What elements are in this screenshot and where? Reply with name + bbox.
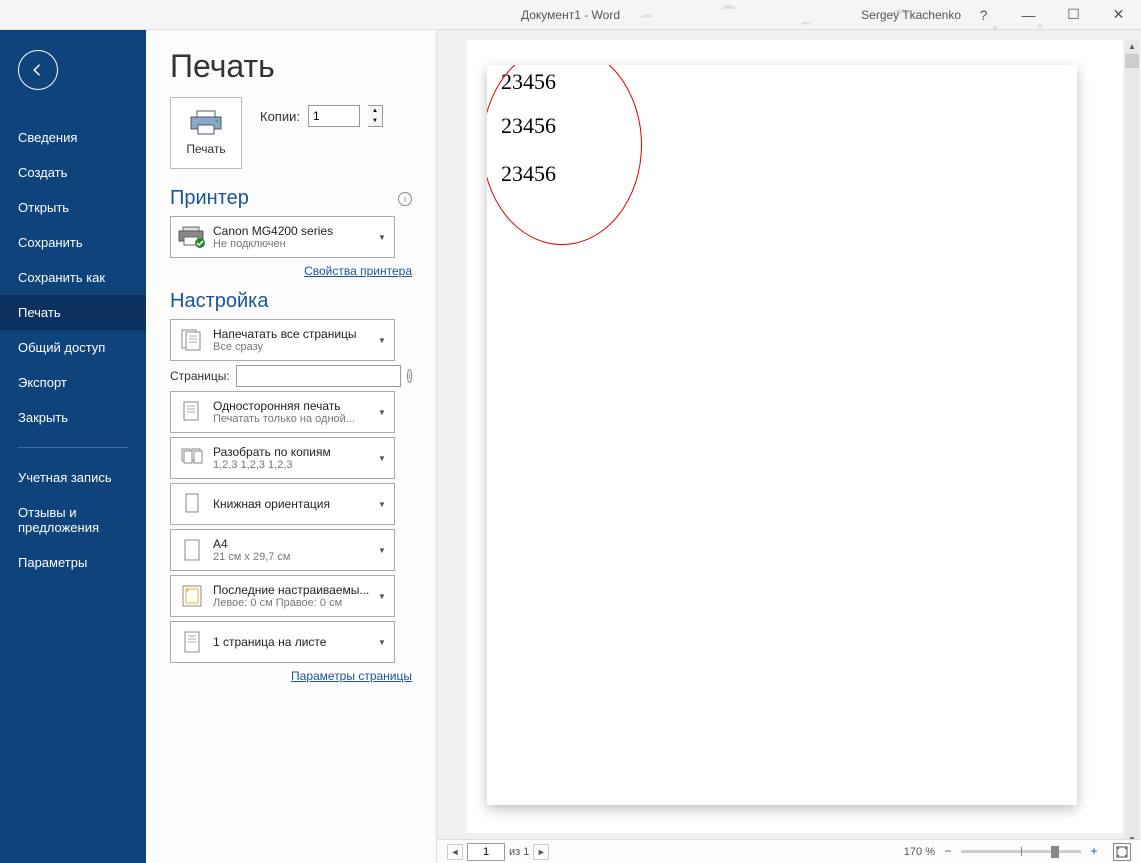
nav-print[interactable]: Печать — [0, 295, 146, 330]
chevron-down-icon: ▼ — [378, 336, 390, 345]
user-name: Sergey Tkachenko — [861, 8, 961, 22]
page-title: Печать — [170, 48, 412, 85]
arrow-left-icon — [29, 61, 47, 79]
next-page-button[interactable]: ► — [533, 844, 549, 860]
chevron-down-icon: ▼ — [378, 500, 390, 509]
preview-viewport: 23456 23456 23456 — [467, 40, 1123, 833]
zoom-out-button[interactable]: − — [941, 845, 955, 859]
nav-feedback[interactable]: Отзывы и предложения — [0, 495, 146, 545]
help-button[interactable]: ? — [961, 0, 1006, 30]
chevron-down-icon: ▼ — [378, 408, 390, 417]
printer-dropdown[interactable]: Canon MG4200 series Не подключен ▼ — [170, 216, 395, 258]
nav-export[interactable]: Экспорт — [0, 365, 146, 400]
print-settings-panel: Печать Печать Копии: ▲ ▼ — [146, 30, 437, 863]
maximize-button[interactable]: ☐ — [1051, 0, 1096, 30]
back-button[interactable] — [18, 50, 58, 90]
zoom-slider[interactable] — [961, 850, 1081, 853]
copies-input[interactable] — [308, 105, 360, 127]
page-number-input[interactable] — [467, 843, 505, 861]
chevron-down-icon: ▼ — [378, 592, 390, 601]
slider-handle[interactable] — [1051, 846, 1059, 858]
fit-icon — [1116, 846, 1128, 858]
copies-spinner[interactable]: ▲ ▼ — [368, 105, 383, 127]
collate-icon — [177, 443, 207, 473]
fit-to-window-button[interactable] — [1113, 843, 1131, 861]
minimize-button[interactable]: — — [1006, 0, 1051, 30]
printer-status: Не подключен — [213, 238, 378, 250]
pages-input[interactable] — [236, 365, 401, 387]
vertical-scrollbar[interactable]: ▲ ▼ — [1125, 40, 1139, 847]
print-button[interactable]: Печать — [170, 97, 242, 169]
nav-saveas[interactable]: Сохранить как — [0, 260, 146, 295]
margins-icon — [177, 581, 207, 611]
sides-dropdown[interactable]: Односторонняя печать Печатать только на … — [170, 391, 395, 433]
chevron-down-icon: ▼ — [378, 233, 390, 242]
printer-name: Canon MG4200 series — [213, 224, 378, 238]
nav-close[interactable]: Закрыть — [0, 400, 146, 435]
margins-dropdown[interactable]: Последние настраиваемы... Левое: 0 см Пр… — [170, 575, 395, 617]
copies-label: Копии: — [260, 109, 300, 124]
preview-statusbar: ◄ из 1 ► 170 % − + — [437, 839, 1141, 863]
chevron-down-icon: ▼ — [378, 546, 390, 555]
settings-section-title: Настройка — [170, 290, 268, 313]
window-controls: ? — ☐ ✕ — [961, 0, 1141, 30]
print-range-dropdown[interactable]: Напечатать все страницы Все сразу ▼ — [170, 319, 395, 361]
spinner-up-icon[interactable]: ▲ — [368, 106, 382, 116]
close-button[interactable]: ✕ — [1096, 0, 1141, 30]
page-setup-link[interactable]: Параметры страницы — [291, 669, 412, 683]
zoom-value: 170 % — [904, 846, 935, 858]
nav-options[interactable]: Параметры — [0, 545, 146, 580]
prev-page-button[interactable]: ◄ — [447, 844, 463, 860]
printer-status-icon — [177, 222, 207, 252]
pages-icon — [177, 325, 207, 355]
collate-dropdown[interactable]: Разобрать по копиям 1,2,3 1,2,3 1,2,3 ▼ — [170, 437, 395, 479]
one-per-sheet-icon — [177, 627, 207, 657]
paper-size-dropdown[interactable]: A4 21 см x 29,7 см ▼ — [170, 529, 395, 571]
preview-page[interactable]: 23456 23456 23456 — [487, 65, 1077, 805]
window-title: Документ1 - Word — [521, 8, 620, 22]
page-size-icon — [177, 535, 207, 565]
orientation-dropdown[interactable]: Книжная ориентация ▼ — [170, 483, 395, 525]
preview-line-1: 23456 — [501, 69, 556, 95]
pages-info-icon[interactable]: i — [407, 369, 412, 383]
scroll-up-icon[interactable]: ▲ — [1125, 40, 1139, 54]
print-preview: 23456 23456 23456 ▲ ▼ ◄ ► ◄ — [437, 30, 1141, 863]
slider-tick — [1021, 847, 1022, 856]
backstage-sidebar: Сведения Создать Открыть Сохранить Сохра… — [0, 30, 146, 863]
chevron-down-icon: ▼ — [378, 638, 390, 647]
pages-per-sheet-dropdown[interactable]: 1 страница на листе ▼ — [170, 621, 395, 663]
zoom-in-button[interactable]: + — [1087, 845, 1101, 859]
portrait-icon — [177, 489, 207, 519]
printer-icon — [189, 110, 223, 136]
title-bar: Документ1 - Word Sergey Tkachenko ? — ☐ … — [0, 0, 1141, 30]
one-side-icon — [177, 397, 207, 427]
printer-info-icon[interactable]: i — [398, 192, 412, 206]
nav-share[interactable]: Общий доступ — [0, 330, 146, 365]
nav-open[interactable]: Открыть — [0, 190, 146, 225]
scroll-thumb[interactable] — [1125, 54, 1139, 68]
nav-save[interactable]: Сохранить — [0, 225, 146, 260]
chevron-down-icon: ▼ — [378, 454, 390, 463]
printer-section-title: Принтер — [170, 187, 249, 210]
printer-properties-link[interactable]: Свойства принтера — [304, 264, 412, 278]
preview-line-3: 23456 — [501, 161, 556, 187]
print-button-label: Печать — [186, 142, 225, 156]
page-of-label: из 1 — [509, 846, 529, 858]
preview-line-2: 23456 — [501, 113, 556, 139]
nav-info[interactable]: Сведения — [0, 120, 146, 155]
nav-account[interactable]: Учетная запись — [0, 460, 146, 495]
nav-new[interactable]: Создать — [0, 155, 146, 190]
nav-divider — [18, 447, 128, 448]
spinner-down-icon[interactable]: ▼ — [368, 116, 382, 126]
pages-label: Страницы: — [170, 369, 230, 383]
